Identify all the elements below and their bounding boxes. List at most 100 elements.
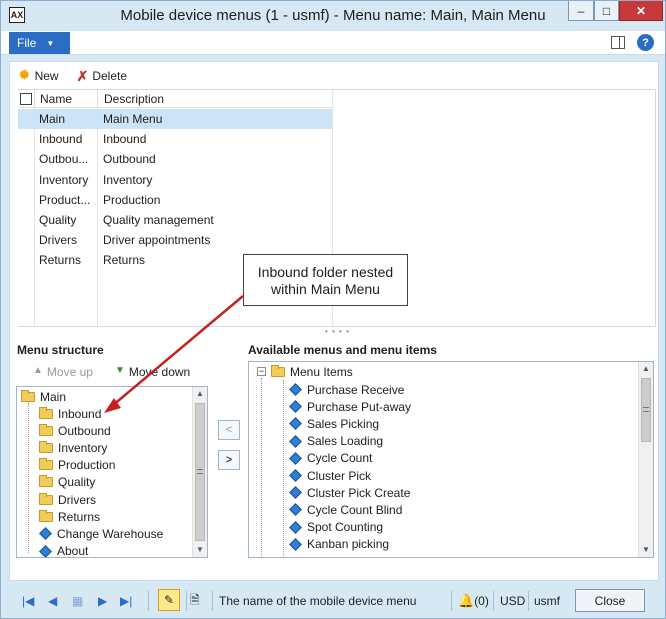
cell-description[interactable]: Main Menu xyxy=(97,109,332,129)
minimize-button[interactable]: – xyxy=(568,1,594,21)
scroll-down-icon[interactable]: ▼ xyxy=(639,543,653,557)
collapse-icon[interactable]: − xyxy=(257,367,266,376)
select-all-checkbox-cell[interactable] xyxy=(18,90,34,107)
arrow-down-icon: ▼ xyxy=(114,365,125,376)
available-item-label: Kanban picking xyxy=(307,537,390,552)
cell-description[interactable]: Production xyxy=(97,190,332,210)
cell-name[interactable]: Outbou... xyxy=(34,149,97,169)
splitter-handle[interactable]: • • • • xyxy=(325,327,350,336)
next-record-icon[interactable]: ▶ xyxy=(98,591,107,611)
tree-item[interactable]: Quality xyxy=(39,474,95,491)
cell-name[interactable]: Quality xyxy=(34,210,97,230)
tree-item[interactable]: Inventory xyxy=(39,439,107,456)
attachment-icon[interactable]: 🗎 xyxy=(190,591,200,611)
first-record-icon[interactable]: |◀ xyxy=(22,591,34,611)
available-item[interactable]: Sales Picking xyxy=(289,415,379,432)
company-indicator[interactable]: usmf xyxy=(534,591,560,611)
scroll-up-icon[interactable]: ▲ xyxy=(193,387,207,401)
tree-item[interactable]: About xyxy=(39,543,88,557)
remove-from-menu-button[interactable]: < xyxy=(218,420,240,440)
cell-name[interactable]: Returns xyxy=(34,250,97,270)
available-item[interactable]: Spot Counting xyxy=(289,519,383,536)
available-item[interactable]: Cycle Count Blind xyxy=(289,501,402,518)
tree-item-label: Production xyxy=(58,458,116,473)
tree-item-label: Outbound xyxy=(58,423,111,438)
tree-root-main[interactable]: Main xyxy=(21,388,66,405)
add-to-menu-button[interactable]: > xyxy=(218,450,240,470)
currency-indicator[interactable]: USD xyxy=(500,591,525,611)
tree-item[interactable]: Change Warehouse xyxy=(39,525,163,542)
available-item[interactable]: Kanban picking xyxy=(289,536,389,553)
available-item[interactable]: Cluster Pick Create xyxy=(289,484,410,501)
tree-item[interactable]: Inbound xyxy=(39,405,101,422)
table-row[interactable]: Inventory Inventory xyxy=(18,170,332,190)
menu-item-icon xyxy=(289,469,302,482)
file-menu-button[interactable]: File ▼ xyxy=(9,32,70,54)
grid-view-icon[interactable]: ▦ xyxy=(72,591,83,611)
edit-pencil-icon[interactable]: ✎ xyxy=(158,589,180,611)
new-button[interactable]: ✹ New xyxy=(18,67,59,84)
delete-button[interactable]: ✗ Delete xyxy=(77,68,127,85)
cell-name[interactable]: Main xyxy=(34,109,97,129)
cell-name[interactable]: Drivers xyxy=(34,230,97,250)
cell-description[interactable]: Inventory xyxy=(97,170,332,190)
scroll-thumb[interactable] xyxy=(641,378,651,442)
cell-description[interactable]: Outbound xyxy=(97,149,332,169)
table-row[interactable]: Outbou... Outbound xyxy=(18,149,332,169)
grid-body: Main Main Menu Inbound Inbound Outbou... Outb… xyxy=(18,109,332,271)
scroll-thumb[interactable] xyxy=(195,403,205,541)
table-row[interactable]: Inbound Inbound xyxy=(18,129,332,149)
cell-name[interactable]: Inbound xyxy=(34,129,97,149)
folder-icon xyxy=(39,458,53,471)
move-up-button[interactable]: ▲ Move up xyxy=(33,365,93,379)
available-root[interactable]: − Menu Items xyxy=(257,363,353,380)
available-item[interactable]: Purchase Put-away xyxy=(289,398,411,415)
available-item-label: Cluster Pick xyxy=(307,468,372,483)
move-down-button[interactable]: ▼ Move down xyxy=(115,365,190,379)
folder-icon xyxy=(39,475,53,488)
maximize-button[interactable]: □ xyxy=(594,1,619,21)
close-window-button[interactable]: ✕ xyxy=(619,1,663,21)
layout-icon[interactable] xyxy=(611,36,625,49)
help-icon[interactable]: ? xyxy=(637,34,654,51)
folder-icon xyxy=(39,440,53,453)
cell-name[interactable]: Product... xyxy=(34,190,97,210)
scroll-down-icon[interactable]: ▼ xyxy=(193,543,207,557)
cell-description[interactable]: Driver appointments xyxy=(97,230,332,250)
select-all-checkbox[interactable] xyxy=(20,92,32,105)
grid-header: Name Description xyxy=(18,90,332,108)
available-item[interactable]: Sales Loading xyxy=(289,433,383,450)
table-row[interactable]: Main Main Menu xyxy=(18,109,332,130)
cell-description[interactable]: Inbound xyxy=(97,129,332,149)
previous-record-icon[interactable]: ◀ xyxy=(48,591,57,611)
menu-structure-tree[interactable]: Main Inbound Outbound Inventory Production Q… xyxy=(16,386,208,558)
menu-structure-toolbar: ▲ Move up ▼ Move down xyxy=(17,362,208,382)
available-items-scrollbar[interactable]: ▲ ▼ xyxy=(638,362,653,557)
new-star-icon: ✹ xyxy=(18,67,31,84)
close-button[interactable]: Close xyxy=(575,589,645,612)
available-item-label: Spot Counting xyxy=(307,520,384,535)
notifications[interactable]: 🔔 (0) xyxy=(458,591,489,611)
tree-item[interactable]: Production xyxy=(39,457,115,474)
table-row[interactable]: Drivers Driver appointments xyxy=(18,230,332,250)
callout-line-2: within Main Menu xyxy=(271,281,380,297)
tree-item-label: Inventory xyxy=(58,440,108,455)
tree-item[interactable]: Returns xyxy=(39,508,100,525)
column-header-name[interactable]: Name xyxy=(34,90,97,107)
available-items-tree[interactable]: − Menu Items Purchase Receive Purchase Pu… xyxy=(248,361,654,558)
move-up-label: Move up xyxy=(46,365,93,379)
table-row[interactable]: Quality Quality management xyxy=(18,210,332,230)
available-item[interactable]: Purchase Receive xyxy=(289,381,404,398)
last-record-icon[interactable]: ▶| xyxy=(120,591,132,611)
tree-item[interactable]: Drivers xyxy=(39,491,96,508)
tree-item[interactable]: Outbound xyxy=(39,422,111,439)
available-item[interactable]: Cycle Count xyxy=(289,450,372,467)
menu-structure-scrollbar[interactable]: ▲ ▼ xyxy=(192,387,207,557)
cell-description[interactable]: Quality management xyxy=(97,210,332,230)
table-row[interactable]: Product... Production xyxy=(18,190,332,210)
available-item[interactable]: Cluster Pick xyxy=(289,467,371,484)
menu-item-icon xyxy=(289,503,302,517)
scroll-up-icon[interactable]: ▲ xyxy=(639,362,653,376)
column-header-description[interactable]: Description xyxy=(97,90,332,107)
cell-name[interactable]: Inventory xyxy=(34,170,97,190)
